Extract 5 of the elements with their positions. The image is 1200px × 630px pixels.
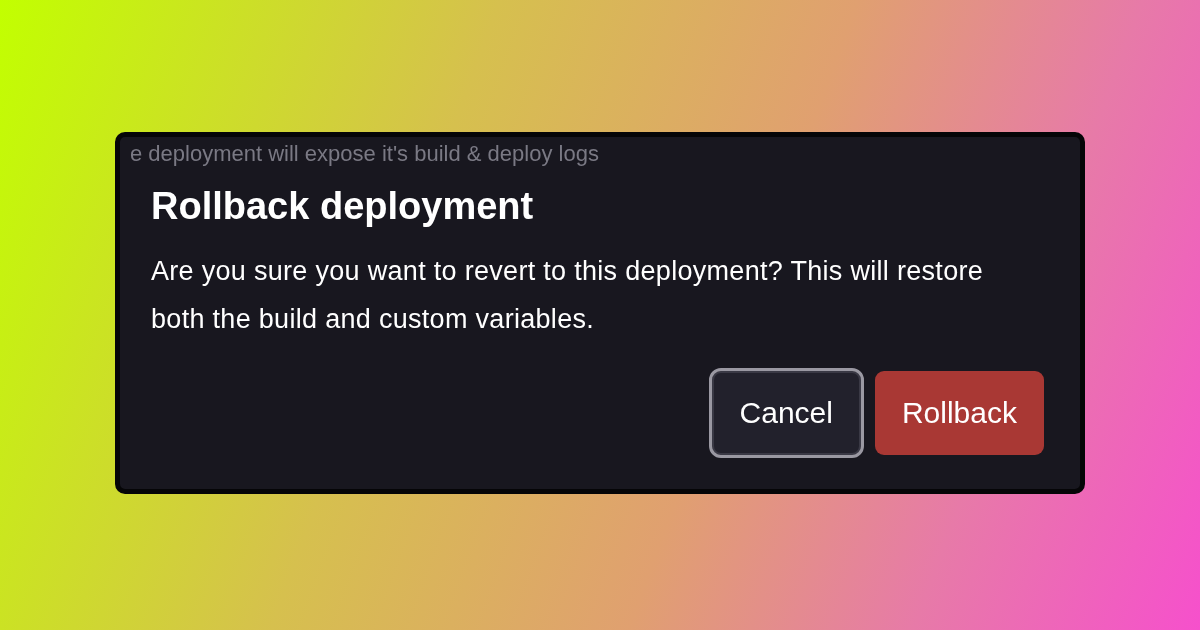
rollback-button[interactable]: Rollback [874, 371, 1044, 455]
dialog-message: Are you sure you want to revert to this deployment? This will restore both the build and custom variables. [151, 255, 985, 336]
cancel-button[interactable]: Cancel [711, 371, 861, 455]
background-text: e deployment will expose it's build & deploy logs [130, 141, 599, 167]
dialog-title: Rollback deployment [151, 184, 535, 229]
